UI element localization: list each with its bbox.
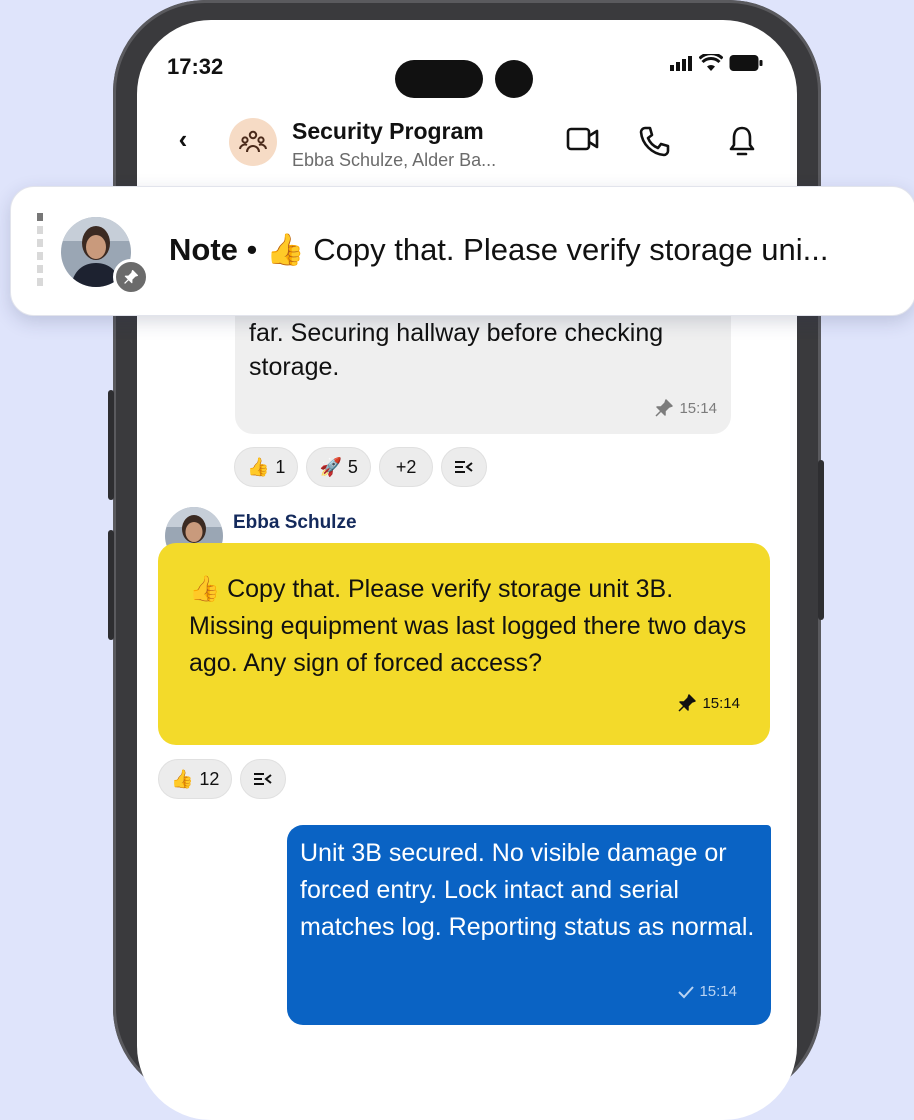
dynamic-island	[395, 60, 483, 98]
reaction-more[interactable]: +2	[378, 447, 434, 487]
camera-dot	[495, 60, 533, 98]
reaction-count: +2	[395, 456, 417, 477]
pin-icon	[678, 694, 697, 712]
thread-icon	[254, 773, 273, 785]
pin-icon	[655, 399, 674, 417]
pinned-note-text: Note • 👍 Copy that. Please verify storag…	[169, 231, 828, 268]
reaction-thumbs-up[interactable]: 👍 1	[234, 447, 299, 487]
pinned-preview: Copy that. Please verify storage uni...	[313, 232, 829, 267]
bell-icon[interactable]	[727, 124, 757, 158]
message-body: Copy that. Please verify storage unit 3B…	[189, 575, 747, 677]
thread-button[interactable]	[240, 759, 287, 799]
reaction-thumbs-up[interactable]: 👍 12	[158, 759, 233, 799]
status-time: 17:32	[167, 54, 224, 79]
message-time: 15:14	[679, 399, 717, 417]
message-bubble-previous[interactable]: far. Securing hallway before checking st…	[235, 296, 731, 434]
sender-name[interactable]: Ebba Schulze	[233, 512, 357, 534]
chat-header: ‹ Security Program Ebba Schulze, Alder B…	[137, 110, 797, 180]
message-text: 👍 Copy that. Please verify storage unit …	[189, 571, 749, 682]
battery-icon	[729, 55, 763, 71]
status-icons	[669, 54, 763, 72]
thumbs-up-emoji: 👍	[266, 232, 305, 267]
message-meta: 15:14	[654, 398, 717, 418]
message-time: 15:14	[699, 983, 737, 1000]
thread-icon	[455, 461, 474, 473]
group-avatar[interactable]	[229, 118, 277, 166]
pinned-indicator	[37, 213, 43, 287]
message-bubble-outgoing[interactable]: Unit 3B secured. No visible damage or fo…	[287, 825, 771, 1025]
thumbs-up-emoji: 👍	[171, 768, 194, 789]
message-text: Unit 3B secured. No visible damage or fo…	[300, 839, 755, 941]
message-text: far. Securing hallway before checking st…	[249, 319, 664, 381]
reaction-row-pinned: 👍 12	[158, 759, 287, 799]
pinned-separator: •	[246, 232, 258, 267]
chat-participants[interactable]: Ebba Schulze, Alder Ba...	[292, 150, 496, 171]
reaction-count: 5	[347, 456, 358, 477]
video-call-icon[interactable]	[565, 124, 601, 154]
pinned-label: Note	[169, 232, 238, 267]
reaction-rocket[interactable]: 🚀 5	[306, 447, 371, 487]
wifi-icon	[699, 54, 723, 71]
side-button-left	[108, 390, 114, 500]
pin-icon	[124, 270, 138, 284]
message-bubble-pinned[interactable]: 👍 Copy that. Please verify storage unit …	[158, 543, 770, 745]
group-icon	[239, 130, 267, 153]
reaction-count: 1	[275, 456, 286, 477]
rocket-emoji: 🚀	[319, 456, 342, 477]
chat-title[interactable]: Security Program	[292, 118, 484, 145]
pinned-note-banner[interactable]: Note • 👍 Copy that. Please verify storag…	[10, 186, 914, 316]
pin-badge	[113, 259, 149, 295]
thumbs-up-emoji: 👍	[189, 575, 221, 603]
side-button-right	[818, 460, 824, 620]
back-button[interactable]: ‹	[171, 124, 195, 155]
check-icon	[678, 985, 695, 998]
message-time: 15:14	[702, 694, 740, 712]
reaction-count: 12	[199, 768, 220, 789]
reaction-row-previous: 👍 1 🚀 5 +2	[234, 447, 488, 487]
message-meta: 15:14	[678, 983, 737, 1000]
thread-button[interactable]	[441, 447, 488, 487]
phone-icon[interactable]	[637, 124, 671, 158]
thumbs-up-emoji: 👍	[247, 456, 270, 477]
message-meta: 15:14	[677, 693, 740, 713]
side-button-left-lower	[108, 530, 114, 640]
signal-icon	[670, 56, 692, 71]
